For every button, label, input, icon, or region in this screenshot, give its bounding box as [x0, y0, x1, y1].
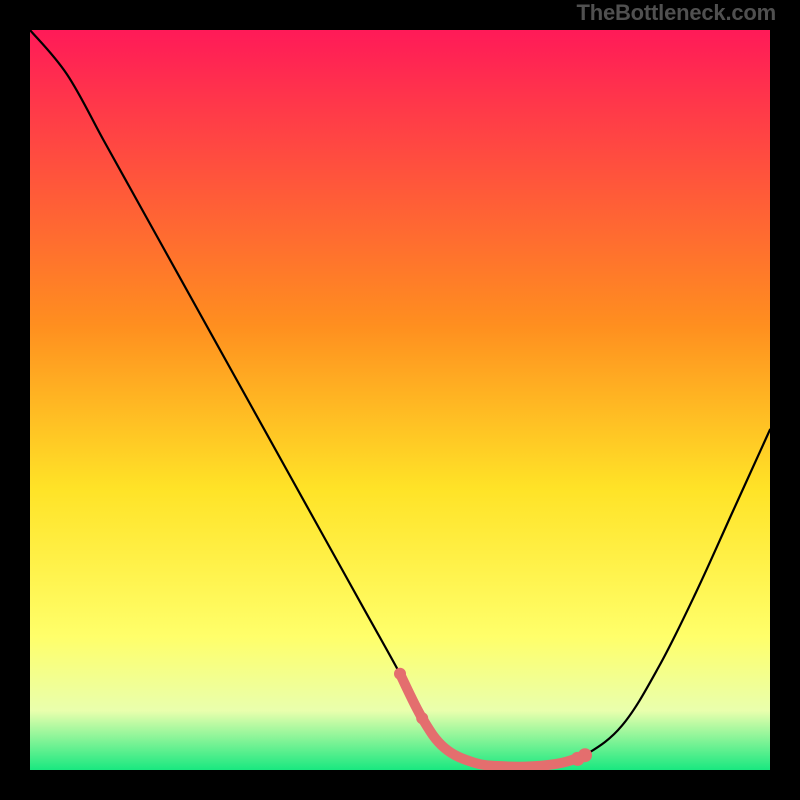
gradient-background [30, 30, 770, 770]
chart-frame: TheBottleneck.com [0, 0, 800, 800]
plot-area [30, 30, 770, 770]
watermark-text: TheBottleneck.com [576, 0, 776, 26]
highlight-dot [416, 712, 428, 724]
chart-svg [30, 30, 770, 770]
highlight-dot [571, 752, 585, 766]
highlight-dot [394, 668, 406, 680]
